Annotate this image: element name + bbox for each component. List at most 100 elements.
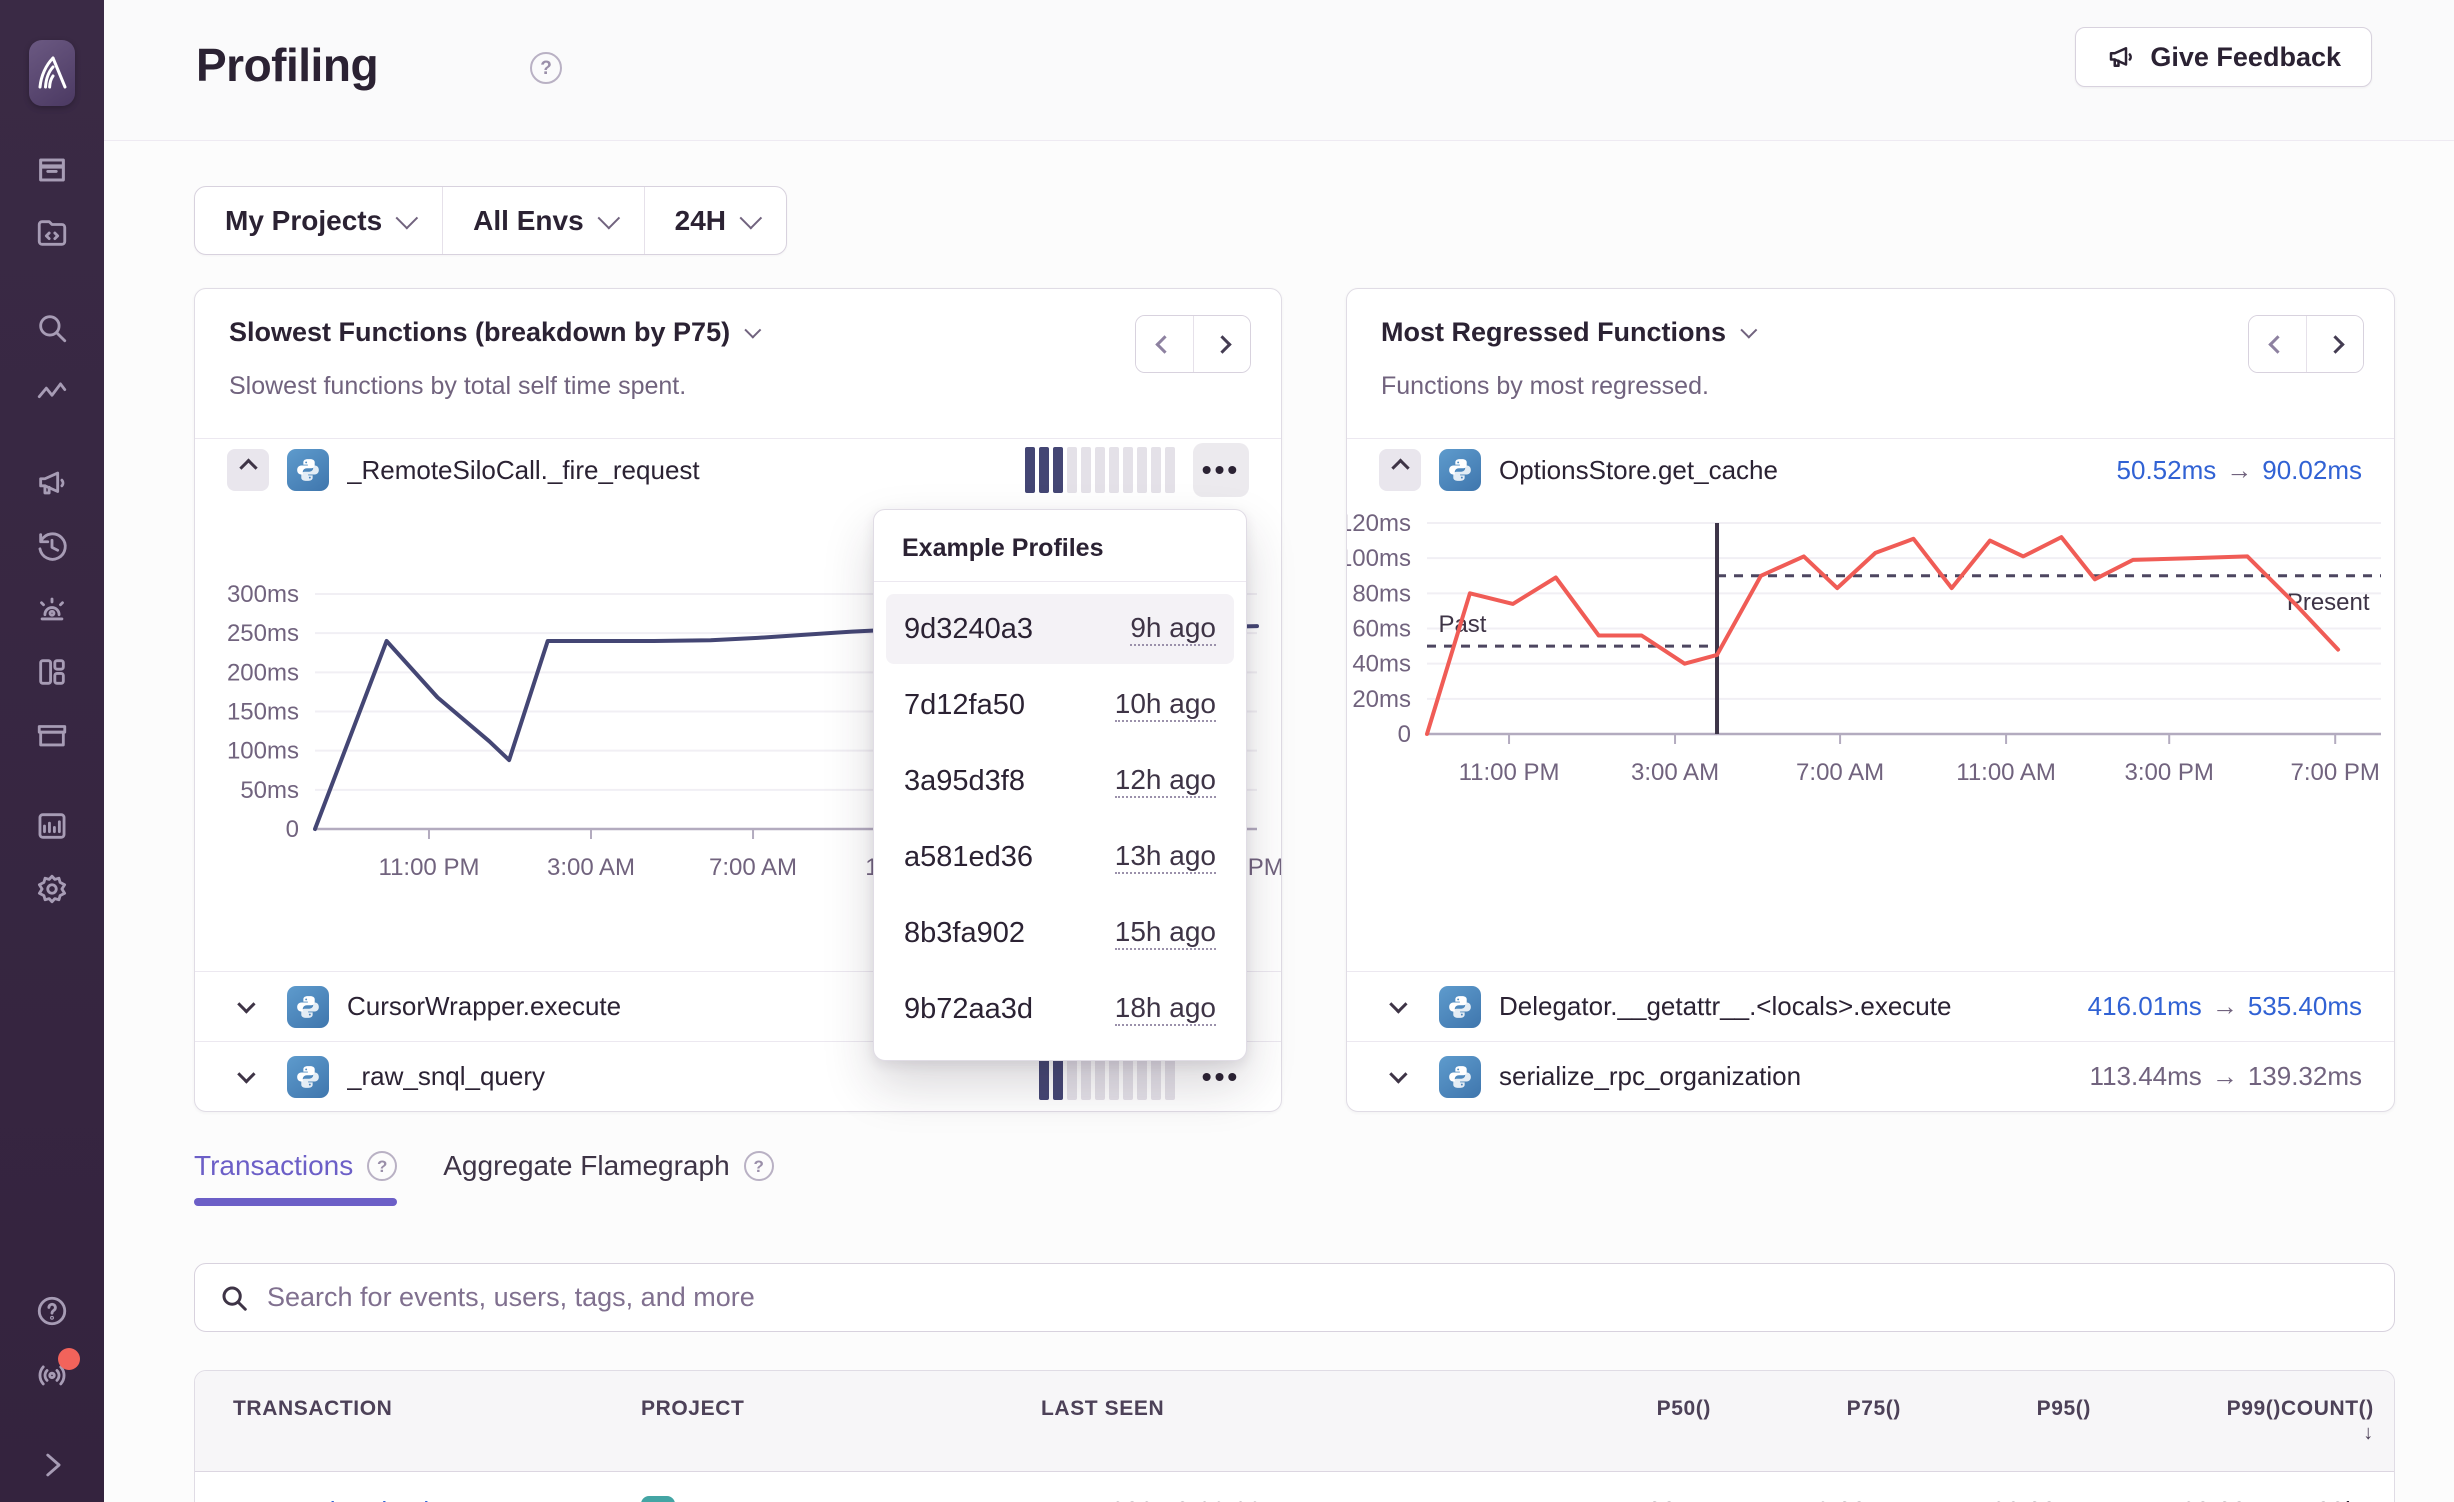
function-sparkbar <box>1025 447 1175 493</box>
next-page-button[interactable] <box>1193 316 1250 372</box>
profile-age-link[interactable]: 13h ago <box>1115 840 1216 874</box>
notification-dot <box>58 1348 80 1370</box>
python-icon <box>1439 449 1481 491</box>
prev-page-button[interactable] <box>1136 316 1193 372</box>
prev-page-button[interactable] <box>2249 316 2306 372</box>
collapse-sidebar-icon[interactable] <box>34 1447 70 1483</box>
regression-values: 113.44ms→139.32ms <box>2090 1061 2362 1092</box>
profile-item[interactable]: 7d12fa50 10h ago <box>886 670 1234 740</box>
performance-icon[interactable] <box>34 373 70 409</box>
before-value[interactable]: 50.52ms <box>2117 455 2217 485</box>
insights-icon[interactable] <box>34 717 70 753</box>
explore-icon[interactable] <box>34 215 70 251</box>
project-link[interactable]: seer <box>689 1496 740 1502</box>
profile-item[interactable]: 8b3fa902 15h ago <box>886 898 1234 968</box>
svg-text:120ms: 120ms <box>1347 510 1411 537</box>
project-filter[interactable]: My Projects <box>195 187 442 254</box>
issues-icon[interactable] <box>34 152 70 188</box>
last-seen-value: Apr 1 2025 9:28:38 PM <box>1041 1472 1521 1502</box>
python-icon <box>287 986 329 1028</box>
svg-text:7:00 PM: 7:00 PM <box>2291 759 2380 786</box>
slowest-functions-title[interactable]: Slowest Functions (breakdown by P75) <box>229 317 756 348</box>
svg-text:7:00 AM: 7:00 AM <box>1796 759 1884 786</box>
chevron-down-icon <box>237 1065 255 1083</box>
transaction-link[interactable]: app.ready._check <box>195 1472 641 1502</box>
function-name[interactable]: Delegator.__getattr__.<locals>.execute <box>1499 991 1951 1022</box>
function-name[interactable]: OptionsStore.get_cache <box>1499 455 1778 486</box>
svg-text:11:00 AM: 11:00 AM <box>1956 759 2056 786</box>
expand-row-button[interactable] <box>1379 986 1421 1028</box>
collapse-row-button[interactable] <box>1379 449 1421 491</box>
dashboards-icon[interactable] <box>34 654 70 690</box>
stats-icon[interactable] <box>34 808 70 844</box>
before-value[interactable]: 416.01ms <box>2088 991 2202 1021</box>
profile-age-link[interactable]: 12h ago <box>1115 764 1216 798</box>
svg-text:11:00 PM: 11:00 PM <box>379 854 480 879</box>
example-profiles-dropdown: Example Profiles 9d3240a3 9h ago 7d12fa5… <box>873 509 1247 1061</box>
function-name[interactable]: CursorWrapper.execute <box>347 991 621 1022</box>
slowest-functions-subtitle: Slowest functions by total self time spe… <box>229 372 686 401</box>
environment-filter[interactable]: All Envs <box>442 187 643 254</box>
search-icon[interactable] <box>34 310 70 346</box>
give-feedback-button[interactable]: Give Feedback <box>2075 27 2372 87</box>
profile-age-link[interactable]: 10h ago <box>1115 688 1216 722</box>
whats-new-icon[interactable] <box>34 1356 70 1392</box>
settings-icon[interactable] <box>34 871 70 907</box>
expand-row-button[interactable] <box>1379 1056 1421 1098</box>
date-range-filter[interactable]: 24H <box>644 187 786 254</box>
col-p99[interactable]: P99() <box>2091 1371 2281 1471</box>
col-last-seen[interactable]: LAST SEEN <box>1041 1371 1521 1471</box>
col-p95[interactable]: P95() <box>1901 1371 2091 1471</box>
svg-text:100ms: 100ms <box>227 738 299 765</box>
aggregate-flamegraph-help-icon[interactable]: ? <box>744 1151 774 1181</box>
col-count[interactable]: COUNT() ↓ <box>2281 1371 2395 1471</box>
tab-aggregate-flamegraph[interactable]: Aggregate Flamegraph ? <box>443 1150 773 1206</box>
collapse-row-button[interactable] <box>227 449 269 491</box>
col-p75[interactable]: P75() <box>1711 1371 1901 1471</box>
svg-text:150ms: 150ms <box>227 699 299 726</box>
environment-filter-label: All Envs <box>473 205 583 237</box>
tab-transactions[interactable]: Transactions ? <box>194 1150 397 1206</box>
replays-icon[interactable] <box>34 528 70 564</box>
sentry-logo[interactable] <box>29 40 75 106</box>
function-name[interactable]: _RemoteSiloCall._fire_request <box>347 455 700 486</box>
alerts-icon[interactable] <box>34 591 70 627</box>
transactions-help-icon[interactable]: ? <box>367 1151 397 1181</box>
most-regressed-header: Most Regressed Functions Functions by mo… <box>1347 289 2394 439</box>
expand-row-button[interactable] <box>227 986 269 1028</box>
function-name[interactable]: serialize_rpc_organization <box>1499 1061 1801 1092</box>
most-regressed-chart[interactable]: 020ms40ms60ms80ms100ms120ms11:00 PM3:00 … <box>1347 489 2395 819</box>
profile-item[interactable]: a581ed36 13h ago <box>886 822 1234 892</box>
feedback-icon[interactable] <box>34 465 70 501</box>
after-value[interactable]: 535.40ms <box>2248 991 2362 1021</box>
before-value: 113.44ms <box>2090 1061 2202 1091</box>
col-project[interactable]: PROJECT <box>641 1371 1041 1471</box>
project-cell: seer <box>641 1472 1041 1502</box>
col-p50[interactable]: P50() <box>1521 1371 1711 1471</box>
expand-row-button[interactable] <box>227 1056 269 1098</box>
search-input[interactable] <box>267 1282 2370 1313</box>
profile-age-link[interactable]: 15h ago <box>1115 916 1216 950</box>
profile-age-link[interactable]: 9h ago <box>1130 612 1216 646</box>
function-row: _RemoteSiloCall._fire_request ••• <box>195 439 1281 501</box>
svg-text:50ms: 50ms <box>240 777 299 804</box>
svg-text:7:00 AM: 7:00 AM <box>709 854 797 879</box>
chevron-left-icon <box>1155 335 1173 353</box>
tab-aggregate-flamegraph-label: Aggregate Flamegraph <box>443 1150 729 1182</box>
p99-value: 29.00ms <box>2091 1472 2281 1502</box>
next-page-button[interactable] <box>2306 316 2363 372</box>
most-regressed-title[interactable]: Most Regressed Functions <box>1381 317 1752 348</box>
profile-age-link[interactable]: 18h ago <box>1115 992 1216 1026</box>
profiling-help-icon[interactable]: ? <box>530 52 562 84</box>
col-transaction[interactable]: TRANSACTION <box>195 1371 641 1471</box>
profile-item[interactable]: 9b72aa3d 18h ago <box>886 974 1234 1044</box>
profile-item[interactable]: 3a95d3f8 12h ago <box>886 746 1234 816</box>
help-icon[interactable] <box>34 1293 70 1329</box>
profile-item[interactable]: 9d3240a3 9h ago <box>886 594 1234 664</box>
row-actions-button[interactable]: ••• <box>1193 443 1249 497</box>
megaphone-icon <box>2106 42 2136 72</box>
p95-value: 26.00ms <box>1901 1472 2091 1502</box>
svg-text:100ms: 100ms <box>1347 545 1411 572</box>
after-value[interactable]: 90.02ms <box>2262 455 2362 485</box>
function-name[interactable]: _raw_snql_query <box>347 1061 545 1092</box>
